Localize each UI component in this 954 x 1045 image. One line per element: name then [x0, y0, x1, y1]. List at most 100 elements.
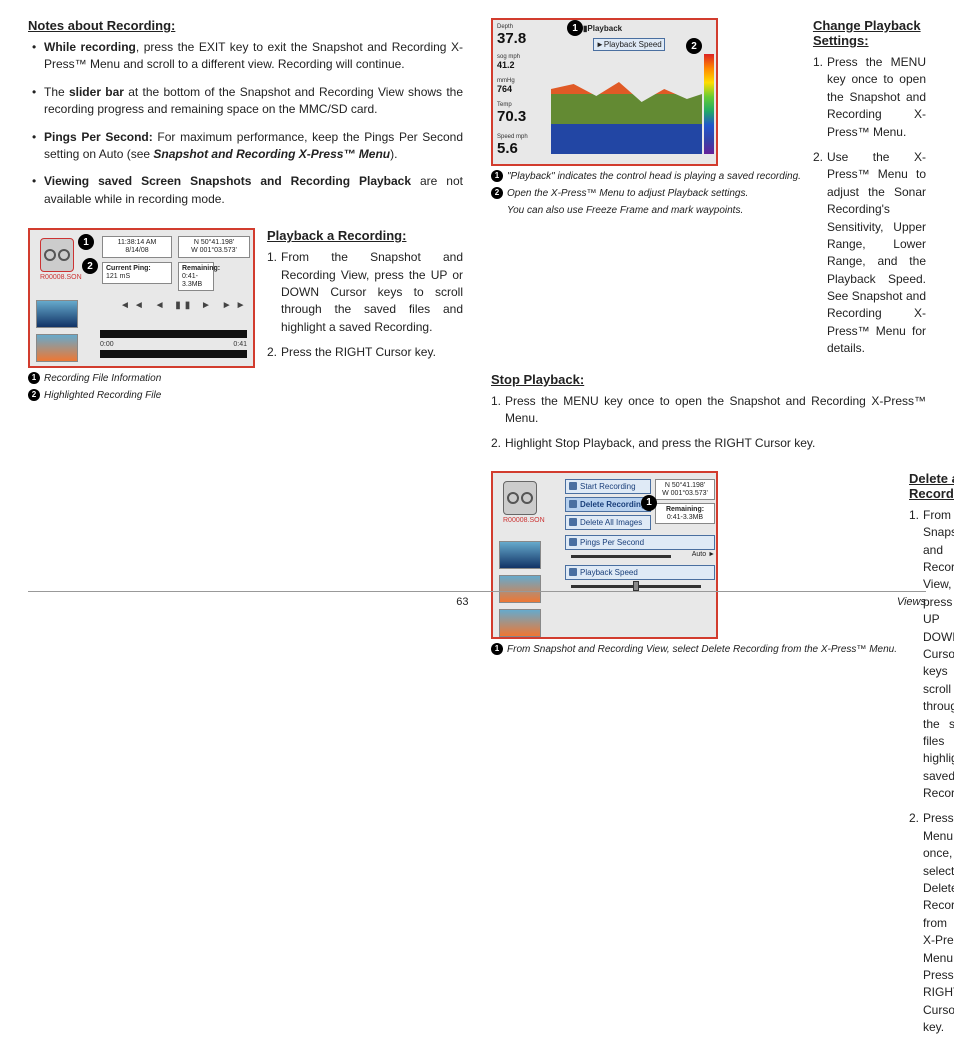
menu-delete-rec: Delete Recording [565, 497, 651, 512]
fig3-gps-n: N 50°41.198' [665, 482, 705, 489]
fig3-gps: N 50°41.198' W 001°03.573' [655, 479, 715, 500]
depth-val: 37.8 [497, 30, 526, 47]
del-s1: From the Snapshot and Recording View, pr… [923, 508, 954, 800]
b1-bold: While recording [44, 40, 136, 54]
page-number: 63 [456, 596, 468, 608]
menu-start-rec: Start Recording [565, 479, 651, 494]
fig1-cp-lbl: Current Ping: [106, 265, 151, 272]
fig1-rem-lbl: Remaining: [182, 265, 220, 272]
left-column: Notes about Recording: While recording, … [28, 18, 477, 566]
spectrum-bar [704, 54, 714, 154]
fig1-cp-val: 121 mS [106, 273, 130, 280]
cap-num-2: 2 [28, 389, 40, 401]
figure-3-box: R00008.SON Start Recording Delete Record… [491, 471, 897, 1045]
spb-step-1: 1.Press the MENU key once to open the Sn… [491, 393, 926, 428]
delete-rec-heading: Delete a Recording: [909, 471, 954, 501]
fig1-info-cp: Current Ping: 121 mS [102, 262, 172, 283]
notes-bullets: While recording, press the EXIT key to e… [28, 39, 463, 218]
pb-s2-text: Press the RIGHT Cursor key. [281, 345, 436, 359]
spd-val: 5.6 [497, 140, 518, 157]
fig2-pb-label: ▮Playback [583, 24, 622, 33]
temp-readout: Temp70.3 [497, 102, 526, 125]
cap1-text: Recording File Information [44, 372, 161, 385]
playback-rec-block: Playback a Recording: 1.From the Snapsho… [267, 228, 463, 402]
spb-s1: Press the MENU key once to open the Snap… [505, 394, 926, 425]
fig1-caption-1: 1 Recording File Information [28, 372, 255, 385]
spd-readout: Speed mph5.6 [497, 134, 528, 157]
section-label: Views [897, 596, 926, 608]
fig2-cap-num-1: 1 [491, 170, 503, 182]
fig1-info-gps: N 50°41.198' W 001°03.573' [178, 236, 250, 257]
cpb-s2: Use the X-Press™ Menu to adjust the Sona… [827, 150, 926, 355]
cap2-text: Highlighted Recording File [44, 389, 161, 402]
fig1-controls: ◄◄ ◄ ▮▮ ► ►► [120, 300, 250, 311]
reel-icon-2 [503, 481, 537, 515]
pb-step-2: 2.Press the RIGHT Cursor key. [267, 344, 463, 361]
marker-2: 2 [82, 258, 98, 274]
fig3-thumb-3 [499, 609, 541, 637]
stop-pb-steps: 1.Press the MENU key once to open the Sn… [491, 393, 926, 453]
sog-readout: sog mph41.2 [497, 54, 520, 70]
menu-pbspeed: Playback Speed [565, 565, 715, 580]
fig1-gps-w: W 001°03.573' [191, 247, 237, 254]
b2-bold: slider bar [69, 85, 124, 99]
fig1-gps-n: N 50°41.198' [194, 239, 234, 246]
figure-1: R00008.SON 1 2 11:38:14 AM 8/14/08 N 50°… [28, 228, 255, 368]
figure-2: Depth37.8 sog mph41.2 mmHg764 Temp70.3 S… [491, 18, 718, 166]
right-bottom-section: R00008.SON Start Recording Delete Record… [491, 471, 926, 1045]
notes-bullet-1: While recording, press the EXIT key to e… [44, 39, 463, 74]
notes-bullet-2: The slider bar at the bottom of the Snap… [44, 84, 463, 119]
fig3-cap1-text: From Snapshot and Recording View, select… [507, 643, 897, 656]
pb-s1-text: From the Snapshot and Recording View, pr… [281, 250, 463, 334]
notes-bullet-3: Pings Per Second: For maximum performanc… [44, 129, 463, 164]
page-body: Notes about Recording: While recording, … [28, 18, 926, 566]
fig1-thumb-1 [36, 300, 78, 328]
spb-step-2: 2.Highlight Stop Playback, and press the… [491, 435, 926, 452]
depth-readout: Depth37.8 [497, 24, 526, 47]
figure-3: R00008.SON Start Recording Delete Record… [491, 471, 718, 639]
notes-heading: Notes about Recording: [28, 18, 463, 33]
fig1-rem-val: 0:41-3.3MB [182, 273, 202, 288]
fig3-rem: Remaining: 0:41-3.3MB [655, 503, 715, 524]
left-figure-section: R00008.SON 1 2 11:38:14 AM 8/14/08 N 50°… [28, 228, 463, 402]
fig2-marker-1: 1 [567, 20, 583, 36]
playback-rec-steps: 1.From the Snapshot and Recording View, … [267, 249, 463, 361]
change-pb-block: Change Playback Settings: 1.Press the ME… [813, 18, 926, 366]
fig1-thumb-2 [36, 334, 78, 362]
change-pb-steps: 1.Press the MENU key once to open the Sn… [813, 54, 926, 358]
figure-2-box: Depth37.8 sog mph41.2 mmHg764 Temp70.3 S… [491, 18, 801, 366]
fig1-info-time: 11:38:14 AM 8/14/08 [102, 236, 172, 257]
figure-1-box: R00008.SON 1 2 11:38:14 AM 8/14/08 N 50°… [28, 228, 255, 402]
fig1-filename: R00008.SON [40, 274, 82, 281]
cpb-step-1: 1.Press the MENU key once to open the Sn… [813, 54, 926, 141]
cap-num-1: 1 [28, 372, 40, 384]
del-step-2: 2.Press the Menu key once, and select De… [909, 810, 954, 1036]
right-top-section: Depth37.8 sog mph41.2 mmHg764 Temp70.3 S… [491, 18, 926, 366]
delete-rec-block: Delete a Recording: 1.From the Snapshot … [909, 471, 954, 1045]
fig1-info-ap: Remaining: 0:41-3.3MB [178, 262, 214, 291]
sonar-wave [551, 54, 702, 154]
fig1-progress-1 [100, 330, 247, 338]
cpb-s1: Press the MENU key once to open the Snap… [827, 55, 926, 139]
fig1-time: 11:38:14 AM [118, 239, 157, 246]
fig2-caption-1: 1 "Playback" indicates the control head … [491, 170, 801, 183]
b3-end: ). [390, 147, 397, 161]
fig2-caption-extra: You can also use Freeze Frame and mark w… [491, 204, 801, 217]
menu-delete-all: Delete All Images [565, 515, 651, 530]
stop-pb-heading: Stop Playback: [491, 372, 926, 387]
fig2-cap-extra: You can also use Freeze Frame and mark w… [507, 204, 743, 217]
page-footer: 63 Views [28, 591, 926, 608]
fig2-cap2-text: Open the X-Press™ Menu to adjust Playbac… [507, 187, 748, 200]
fig2-caption-2: 2 Open the X-Press™ Menu to adjust Playb… [491, 187, 801, 200]
marker-1: 1 [78, 234, 94, 250]
fig1-caption-2: 2 Highlighted Recording File [28, 389, 255, 402]
playback-rec-heading: Playback a Recording: [267, 228, 463, 243]
menu-pings: Pings Per Second [565, 535, 715, 550]
fig1-t1: 0:41 [233, 341, 247, 348]
mm-readout: mmHg764 [497, 78, 515, 94]
change-pb-heading: Change Playback Settings: [813, 18, 926, 48]
fig1-t0: 0:00 [100, 341, 114, 348]
b4-bold: Viewing saved Screen Snapshots and Recor… [44, 174, 411, 188]
fig2-marker-2: 2 [686, 38, 702, 54]
delete-rec-steps: 1.From the Snapshot and Recording View, … [909, 507, 954, 1037]
